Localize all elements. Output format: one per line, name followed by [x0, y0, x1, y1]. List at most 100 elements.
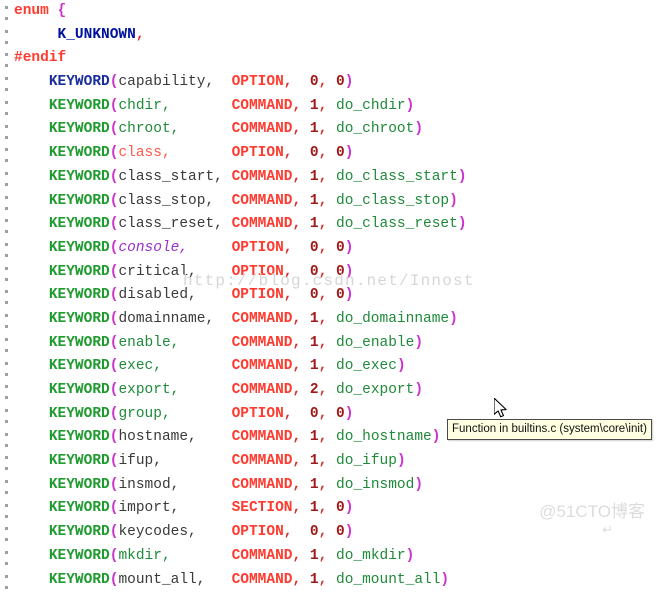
- code-line[interactable]: KEYWORD(ifup, COMMAND, 1, do_ifup): [14, 450, 657, 474]
- change-bar-gutter: [0, 0, 14, 544]
- code-token: ): [414, 477, 423, 493]
- code-line[interactable]: KEYWORD(enable, COMMAND, 1, do_enable): [14, 332, 657, 356]
- code-token: ,: [319, 477, 328, 493]
- code-token: ,: [319, 145, 328, 161]
- code-token: [214, 311, 231, 327]
- code-line[interactable]: KEYWORD(exec, COMMAND, 1, do_exec): [14, 355, 657, 379]
- code-line[interactable]: KEYWORD(disabled, OPTION, 0, 0): [14, 284, 657, 308]
- gutter-change-mark: [5, 301, 8, 304]
- gutter-change-mark: [5, 230, 8, 233]
- code-token: [301, 98, 310, 114]
- code-token: keycodes,: [118, 524, 196, 540]
- gutter-change-mark: [5, 396, 8, 399]
- code-line[interactable]: KEYWORD(class_reset, COMMAND, 1, do_clas…: [14, 213, 657, 237]
- code-token: ,: [293, 453, 302, 469]
- code-line[interactable]: KEYWORD(class_stop, COMMAND, 1, do_class…: [14, 190, 657, 214]
- code-token: [301, 572, 310, 588]
- code-token: [327, 335, 336, 351]
- code-line[interactable]: KEYWORD(export, COMMAND, 2, do_export): [14, 379, 657, 403]
- code-token: [301, 358, 310, 374]
- code-token: ): [345, 264, 354, 280]
- gutter-change-mark: [5, 373, 8, 376]
- code-token: [293, 240, 310, 256]
- code-line[interactable]: K_UNKNOWN,: [14, 24, 657, 48]
- code-token: [188, 240, 232, 256]
- code-token: ifup,: [118, 453, 162, 469]
- code-token: enum: [14, 3, 49, 19]
- code-token: [293, 145, 310, 161]
- code-line[interactable]: KEYWORD(critical, OPTION, 0, 0): [14, 261, 657, 285]
- code-line[interactable]: KEYWORD(chroot, COMMAND, 1, do_chroot): [14, 118, 657, 142]
- code-token: [301, 311, 310, 327]
- code-token: ,: [319, 335, 328, 351]
- code-token: [14, 429, 49, 445]
- code-token: ,: [293, 358, 302, 374]
- code-token: [14, 382, 49, 398]
- gutter-change-mark: [5, 433, 8, 436]
- code-line[interactable]: KEYWORD(class_start, COMMAND, 1, do_clas…: [14, 166, 657, 190]
- code-line[interactable]: KEYWORD(import, SECTION, 1, 0): [14, 497, 657, 521]
- gutter-change-mark: [5, 219, 8, 222]
- code-token: [14, 500, 49, 516]
- code-token: KEYWORD: [49, 524, 110, 540]
- code-line[interactable]: KEYWORD(console, OPTION, 0, 0): [14, 237, 657, 261]
- code-token: console,: [118, 240, 188, 256]
- code-token: do_class_stop: [336, 193, 449, 209]
- code-token: [14, 240, 49, 256]
- code-token: [327, 240, 336, 256]
- code-token: do_domainname: [336, 311, 449, 327]
- code-token: KEYWORD: [49, 264, 110, 280]
- code-token: KEYWORD: [49, 406, 110, 422]
- gutter-change-mark: [5, 159, 8, 162]
- code-token: [292, 74, 309, 90]
- code-line[interactable]: enum {: [14, 0, 657, 24]
- code-token: 0: [336, 240, 345, 256]
- code-line[interactable]: KEYWORD(mount_all, COMMAND, 1, do_mount_…: [14, 569, 657, 592]
- code-token: ,: [319, 193, 328, 209]
- code-token: KEYWORD: [49, 453, 110, 469]
- code-line[interactable]: #endif: [14, 47, 657, 71]
- code-token: COMMAND: [232, 572, 293, 588]
- gutter-change-mark: [5, 207, 8, 210]
- code-token: [162, 453, 232, 469]
- code-token: ,: [319, 358, 328, 374]
- gutter-change-mark: [5, 515, 8, 518]
- code-token: [179, 500, 231, 516]
- code-line[interactable]: KEYWORD(domainname, COMMAND, 1, do_domai…: [14, 308, 657, 332]
- code-token: [14, 311, 49, 327]
- gutter-change-mark: [5, 551, 8, 554]
- code-token: 1: [310, 429, 319, 445]
- code-token: COMMAND: [232, 429, 293, 445]
- code-token: [301, 193, 310, 209]
- code-token: capability,: [118, 74, 214, 90]
- code-text-area[interactable]: enum { K_UNKNOWN, #endif KEYWORD(capabili…: [14, 0, 657, 592]
- code-token: [301, 429, 310, 445]
- code-token: export,: [118, 382, 179, 398]
- code-token: group,: [118, 406, 170, 422]
- code-line[interactable]: KEYWORD(capability, OPTION, 0, 0): [14, 71, 657, 95]
- code-editor[interactable]: enum { K_UNKNOWN, #endif KEYWORD(capabili…: [0, 0, 657, 544]
- code-line[interactable]: KEYWORD(insmod, COMMAND, 1, do_insmod): [14, 474, 657, 498]
- code-line[interactable]: KEYWORD(keycodes, OPTION, 0, 0): [14, 521, 657, 545]
- code-token: [327, 548, 336, 564]
- code-token: do_hostname: [336, 429, 432, 445]
- code-token: insmod,: [118, 477, 179, 493]
- code-token: ,: [293, 382, 302, 398]
- code-token: class_reset,: [118, 216, 222, 232]
- code-token: [14, 287, 49, 303]
- code-token: ,: [284, 406, 293, 422]
- code-token: 1: [310, 216, 319, 232]
- code-token: [214, 74, 231, 90]
- code-line[interactable]: KEYWORD(mkdir, COMMAND, 1, do_mkdir): [14, 545, 657, 569]
- code-token: [179, 335, 231, 351]
- code-token: ): [345, 74, 354, 90]
- code-token: 1: [310, 500, 319, 516]
- code-token: 1: [310, 121, 319, 137]
- code-token: ): [406, 98, 415, 114]
- code-line[interactable]: KEYWORD(chdir, COMMAND, 1, do_chdir): [14, 95, 657, 119]
- code-token: ,: [292, 193, 301, 209]
- code-token: do_mount_all: [336, 572, 440, 588]
- code-line[interactable]: KEYWORD(class, OPTION, 0, 0): [14, 142, 657, 166]
- code-token: #endif: [14, 50, 66, 66]
- code-token: [327, 524, 336, 540]
